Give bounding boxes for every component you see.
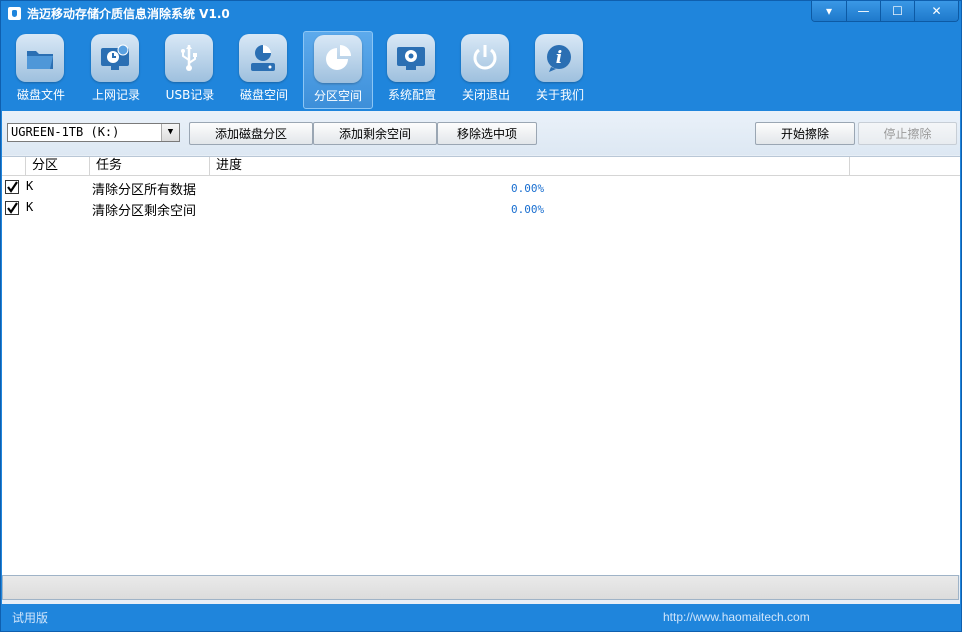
tool-browser-history[interactable]: 上网记录 <box>81 31 151 109</box>
menu-dropdown-button[interactable]: ▾ <box>812 1 846 21</box>
overall-progress-bar <box>2 575 959 600</box>
info-icon: i <box>535 34 583 82</box>
task-list[interactable]: 分区 任务 进度 K 清除分区所有数据 0.00% K 清除分区剩余空间 0.0… <box>2 156 960 575</box>
tool-partition-space[interactable]: 分区空间 <box>303 31 373 109</box>
window-controls: ▾ — ☐ ✕ <box>811 1 959 22</box>
tool-system-config[interactable]: 系统配置 <box>377 31 447 109</box>
controls-bar: UGREEN-1TB (K:) ▼ 添加磁盘分区 添加剩余空间 移除选中项 开始… <box>2 111 960 155</box>
main-toolbar: 磁盘文件 上网记录 USB记录 磁盘空间 分区空间 系统配置 关闭退出 i 关于… <box>1 27 961 111</box>
tool-label: 磁盘空间 <box>239 88 288 102</box>
start-wipe-button[interactable]: 开始擦除 <box>755 122 855 145</box>
drive-select-value: UGREEN-1TB (K:) <box>11 125 120 139</box>
row-partition: K <box>26 179 34 193</box>
row-task: 清除分区所有数据 <box>92 183 197 198</box>
column-header-progress[interactable]: 进度 <box>210 157 850 175</box>
pie-chart-icon <box>314 35 362 83</box>
title-bar[interactable]: 浩迈移动存储介质信息消除系统 V1.0 ▾ — ☐ ✕ <box>1 1 961 27</box>
column-header-check[interactable] <box>2 157 26 175</box>
row-task: 清除分区剩余空间 <box>92 204 197 219</box>
tool-label: 分区空间 <box>313 89 362 103</box>
usb-icon <box>165 34 213 82</box>
maximize-button[interactable]: ☐ <box>880 1 914 21</box>
tool-label: 系统配置 <box>387 88 436 102</box>
tool-label: 关闭退出 <box>461 88 510 102</box>
main-content: UGREEN-1TB (K:) ▼ 添加磁盘分区 添加剩余空间 移除选中项 开始… <box>2 111 960 604</box>
website-link[interactable]: http://www.haomaitech.com <box>663 610 810 624</box>
column-header-task[interactable]: 任务 <box>90 157 210 175</box>
table-row[interactable]: K 清除分区所有数据 0.00% <box>2 177 960 198</box>
minimize-button[interactable]: — <box>846 1 880 21</box>
tool-disk-space[interactable]: 磁盘空间 <box>229 31 299 109</box>
svg-text:i: i <box>556 48 562 68</box>
row-progress: 0.00% <box>511 203 545 216</box>
stop-wipe-button[interactable]: 停止擦除 <box>858 122 957 145</box>
browser-history-icon <box>91 34 139 82</box>
tool-label: 关于我们 <box>535 88 584 102</box>
app-window: 浩迈移动存储介质信息消除系统 V1.0 ▾ — ☐ ✕ 磁盘文件 上网记录 US… <box>0 0 962 632</box>
remove-selected-button[interactable]: 移除选中项 <box>437 122 537 145</box>
table-row[interactable]: K 清除分区剩余空间 0.00% <box>2 198 960 219</box>
drive-select[interactable]: UGREEN-1TB (K:) ▼ <box>7 123 180 142</box>
window-title: 浩迈移动存储介质信息消除系统 V1.0 <box>27 7 230 21</box>
chevron-down-icon[interactable]: ▼ <box>161 124 179 141</box>
row-progress: 0.00% <box>511 182 545 195</box>
add-partition-button[interactable]: 添加磁盘分区 <box>189 122 313 145</box>
tool-exit[interactable]: 关闭退出 <box>451 31 521 109</box>
tool-about[interactable]: i 关于我们 <box>525 31 595 109</box>
check-icon <box>7 181 18 193</box>
list-header: 分区 任务 进度 <box>2 157 960 176</box>
check-icon <box>7 202 18 214</box>
edition-label: 试用版 <box>12 611 49 625</box>
tool-usb-history[interactable]: USB记录 <box>155 31 225 109</box>
close-button[interactable]: ✕ <box>914 1 958 21</box>
tool-label: 上网记录 <box>91 88 140 102</box>
add-free-space-button[interactable]: 添加剩余空间 <box>313 122 437 145</box>
status-bar: 试用版 http://www.haomaitech.com <box>1 604 961 631</box>
column-header-partition[interactable]: 分区 <box>26 157 90 175</box>
row-checkbox[interactable] <box>5 180 19 194</box>
gear-icon <box>387 34 435 82</box>
tool-disk-files[interactable]: 磁盘文件 <box>6 31 76 109</box>
tool-label: USB记录 <box>165 88 215 102</box>
tool-label: 磁盘文件 <box>16 88 65 102</box>
power-icon <box>461 34 509 82</box>
row-partition: K <box>26 200 34 214</box>
row-checkbox[interactable] <box>5 201 19 215</box>
disk-space-icon <box>239 34 287 82</box>
folder-icon <box>16 34 64 82</box>
app-shield-icon <box>8 7 21 20</box>
